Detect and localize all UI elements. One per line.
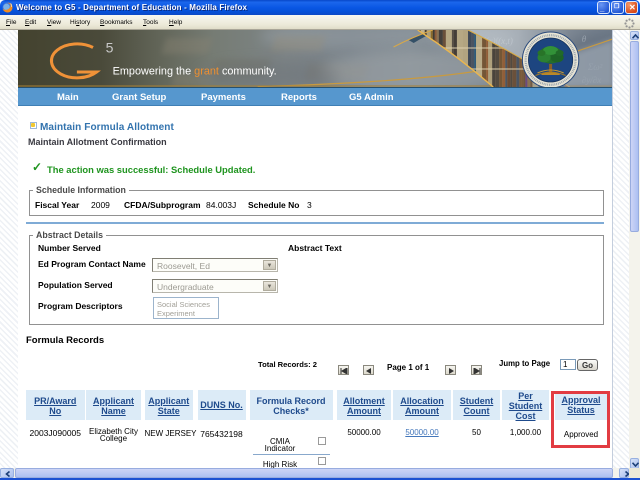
svg-text:θ: θ (582, 34, 587, 44)
svg-text:Empowering the grant community: Empowering the grant community. (113, 66, 277, 78)
svg-text:5: 5 (106, 40, 114, 56)
